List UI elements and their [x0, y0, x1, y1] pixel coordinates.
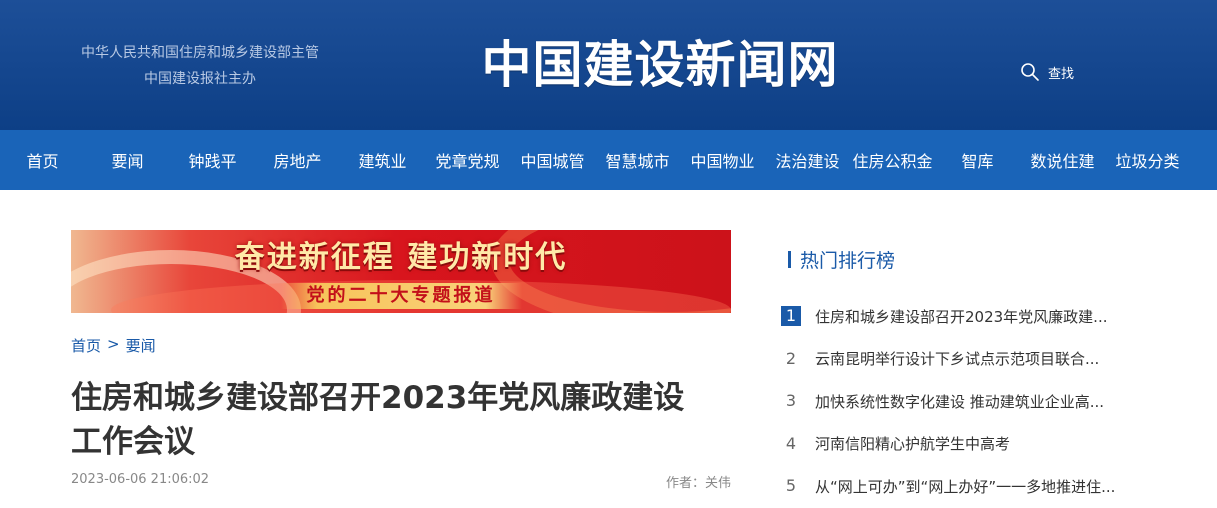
main-nav: 首页 要闻 钟践平 房地产 建筑业 党章党规 中国城管 智慧城市 中国物业 法治…	[0, 130, 1217, 190]
breadcrumb-home[interactable]: 首页	[71, 335, 101, 356]
ranking-title: 热门排行榜	[800, 250, 896, 272]
ranking-item[interactable]: 4 河南信阳精心护航学生中高考	[781, 423, 1161, 466]
special-report-banner[interactable]: 奋进新征程 建功新时代 党的二十大专题报道	[71, 230, 731, 313]
breadcrumb-section[interactable]: 要闻	[126, 335, 156, 356]
sponsor-line-ministry: 中华人民共和国住房和城乡建设部主管	[81, 45, 319, 61]
nav-item-property[interactable]: 中国物业	[680, 148, 765, 172]
ranking-number: 2	[785, 348, 797, 368]
site-header: 中华人民共和国住房和城乡建设部主管 中国建设报社主办 中国建设新闻网 查找	[0, 0, 1217, 130]
article-datetime: 2023-06-06 21:06:02	[71, 472, 210, 487]
nav-item-data[interactable]: 数说住建	[1020, 148, 1105, 172]
article-title: 住房和城乡建设部召开2023年党风廉政建设 工作会议	[71, 376, 731, 464]
ranking-number: 4	[785, 433, 797, 453]
nav-item-housing-fund[interactable]: 住房公积金	[850, 148, 935, 172]
nav-item-zhongjianping[interactable]: 钟践平	[170, 148, 255, 172]
nav-item-real-estate[interactable]: 房地产	[255, 148, 340, 172]
ranking-item[interactable]: 5 从“网上可办”到“网上办好”一一多地推进住...	[781, 465, 1161, 508]
nav-item-home[interactable]: 首页	[0, 148, 85, 172]
search-icon	[1021, 63, 1039, 81]
search-label: 查找	[1048, 66, 1075, 82]
sponsor-line-press: 中国建设报社主办	[144, 71, 256, 87]
nav-item-waste-sorting[interactable]: 垃圾分类	[1105, 148, 1190, 172]
ranking-header: 热门排行榜	[788, 246, 895, 273]
ranking-link[interactable]: 河南信阳精心护航学生中高考	[815, 433, 1010, 454]
breadcrumb: 首页 > 要闻	[71, 335, 156, 356]
nav-item-think-tank[interactable]: 智库	[935, 148, 1020, 172]
article-meta: 2023-06-06 21:06:02 作者：关伟	[71, 472, 731, 491]
ranking-number: 1	[781, 306, 801, 327]
search-button[interactable]: 查找	[1020, 62, 1074, 82]
ranking-link[interactable]: 加快系统性数字化建设 推动建筑业企业高...	[815, 391, 1104, 412]
breadcrumb-separator: >	[107, 335, 120, 353]
article-title-line: 工作会议	[71, 424, 195, 460]
ranking-list: 1 住房和城乡建设部召开2023年党风廉政建... 2 云南昆明举行设计下乡试点…	[781, 295, 1161, 508]
nav-item-urban-management[interactable]: 中国城管	[510, 148, 595, 172]
ranking-link[interactable]: 住房和城乡建设部召开2023年党风廉政建...	[815, 306, 1107, 327]
article-author: 作者：关伟	[665, 476, 731, 491]
ranking-item[interactable]: 1 住房和城乡建设部召开2023年党风廉政建...	[781, 295, 1161, 338]
ranking-accent-bar	[788, 251, 791, 268]
ranking-link[interactable]: 云南昆明举行设计下乡试点示范项目联合...	[815, 348, 1099, 369]
ranking-number: 5	[785, 476, 797, 496]
banner-subtitle: 党的二十大专题报道	[280, 283, 522, 309]
nav-item-construction[interactable]: 建筑业	[340, 148, 425, 172]
ranking-number: 3	[785, 391, 797, 411]
ranking-item[interactable]: 2 云南昆明举行设计下乡试点示范项目联合...	[781, 338, 1161, 381]
ranking-link[interactable]: 从“网上可办”到“网上办好”一一多地推进住...	[815, 476, 1115, 497]
banner-headline: 奋进新征程 建功新时代	[234, 240, 568, 275]
nav-item-smart-city[interactable]: 智慧城市	[595, 148, 680, 172]
nav-item-party-rules[interactable]: 党章党规	[425, 148, 510, 172]
sponsor-info: 中华人民共和国住房和城乡建设部主管 中国建设报社主办	[50, 40, 350, 92]
nav-item-rule-of-law[interactable]: 法治建设	[765, 148, 850, 172]
nav-item-headlines[interactable]: 要闻	[85, 148, 170, 172]
site-logo-title[interactable]: 中国建设新闻网	[470, 30, 850, 100]
banner-subtitle-wrap: 党的二十大专题报道	[71, 283, 731, 309]
ranking-item[interactable]: 3 加快系统性数字化建设 推动建筑业企业高...	[781, 380, 1161, 423]
article-title-line: 住房和城乡建设部召开2023年党风廉政建设	[71, 380, 685, 416]
